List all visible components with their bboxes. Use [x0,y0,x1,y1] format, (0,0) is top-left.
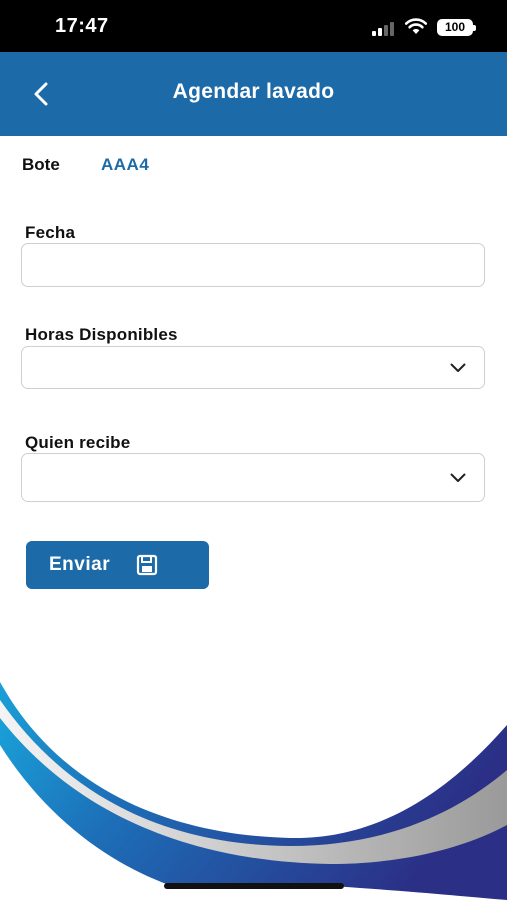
date-label: Fecha [25,223,76,242]
chevron-down-icon [450,363,466,372]
hours-label: Horas Disponibles [25,325,178,344]
receiver-label: Quien recibe [25,433,131,452]
hours-select[interactable] [21,346,485,389]
status-bar: 17:47 100 [0,0,507,52]
date-field[interactable] [21,243,485,287]
wifi-icon [404,18,428,34]
page-title: Agendar lavado [172,80,335,103]
boat-label: Bote [22,155,60,174]
cellular-signal-icon [372,22,396,36]
submit-button[interactable]: Enviar [26,541,209,589]
battery-icon: 100 [437,19,476,36]
decorative-waves [0,682,507,900]
home-indicator[interactable] [164,883,344,889]
battery-level: 100 [444,20,466,34]
save-icon [136,554,158,576]
status-time: 17:47 [55,15,109,37]
submit-label: Enviar [49,554,111,575]
nav-bar: Agendar lavado [0,52,507,136]
chevron-down-icon [450,473,466,482]
boat-value: AAA4 [101,155,150,174]
receiver-select[interactable] [21,453,485,502]
